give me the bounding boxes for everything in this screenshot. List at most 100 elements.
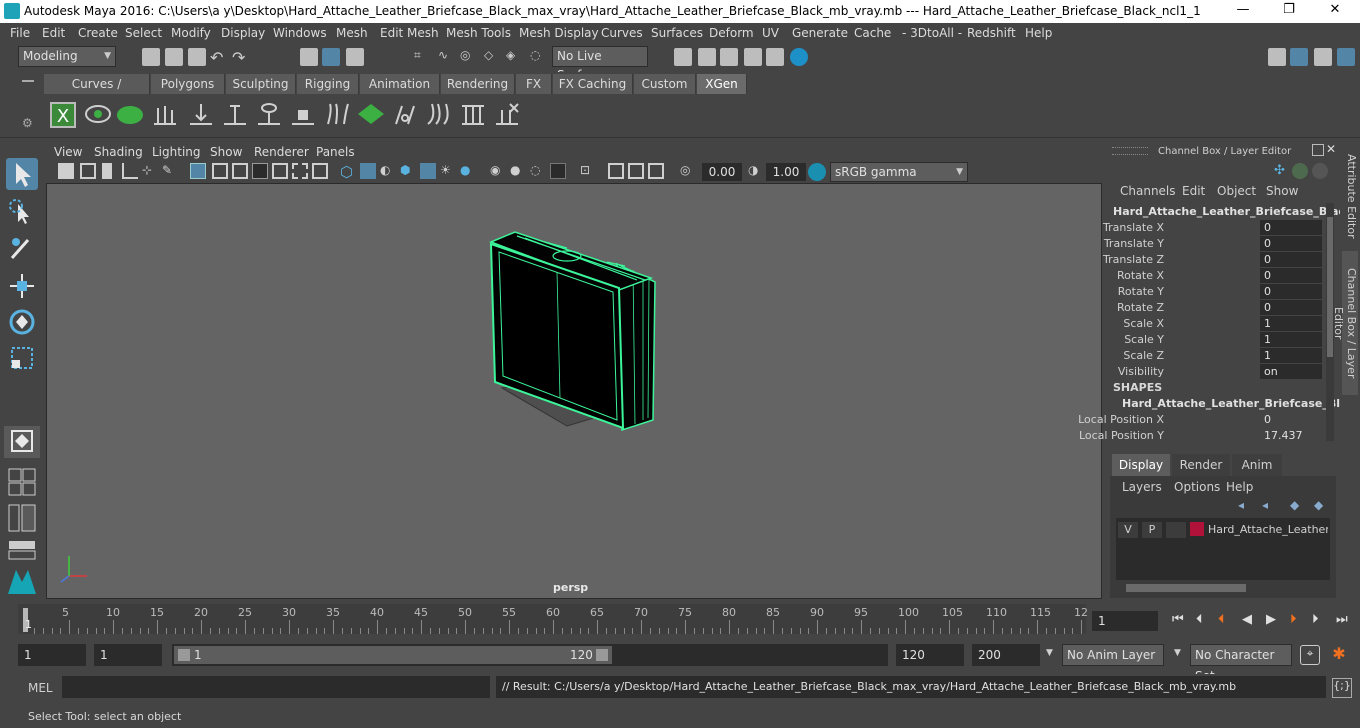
paint-select-tool-icon[interactable]	[6, 232, 38, 264]
menu-modify[interactable]: Modify	[171, 26, 211, 40]
gamma-field[interactable]: 1.00	[766, 163, 806, 181]
menu-3dtoall[interactable]: - 3DtoAll -	[902, 26, 962, 40]
select-component-icon[interactable]	[346, 48, 364, 66]
viewport-menu-panels[interactable]: Panels	[316, 145, 355, 159]
menu-mesh-display[interactable]: Mesh Display	[519, 26, 599, 40]
attr-row[interactable]: Scale X 1	[1106, 316, 1326, 332]
shelf-tab-fx[interactable]: FX	[516, 74, 552, 94]
layer-name[interactable]: Hard_Attache_Leather_Bri	[1208, 523, 1328, 536]
xgen-density-icon[interactable]	[356, 100, 386, 130]
range-end-handle[interactable]	[596, 649, 608, 661]
attr-value[interactable]: on	[1260, 364, 1322, 379]
graph-layout-icon[interactable]	[8, 540, 36, 560]
xgen-groom-icon[interactable]	[322, 100, 352, 130]
lasso-tool-icon[interactable]	[6, 196, 38, 228]
briefcase-model[interactable]	[47, 184, 1103, 600]
manipulator-icon[interactable]	[1292, 163, 1308, 179]
speed-icon[interactable]	[1312, 163, 1328, 179]
help-menu[interactable]: Help	[1226, 480, 1253, 494]
attr-row[interactable]: Translate X 0	[1103, 220, 1326, 236]
chevron-down-icon[interactable]: ▼	[1174, 648, 1181, 658]
attr-value[interactable]: 0	[1260, 412, 1322, 427]
outliner-layout-icon[interactable]	[8, 504, 36, 532]
xgen-lock-icon[interactable]	[288, 100, 318, 130]
history-icon[interactable]	[674, 48, 692, 66]
redo-icon[interactable]: ↷	[232, 48, 250, 67]
four-view-layout-icon[interactable]	[8, 468, 36, 496]
shelf-menu-icon[interactable]	[22, 80, 34, 82]
play-forwards-icon[interactable]: ▶	[1266, 612, 1276, 627]
character-set-dropdown[interactable]: No Character Set	[1190, 644, 1292, 683]
attr-value[interactable]: 17.437	[1260, 428, 1322, 443]
attr-value[interactable]: 0	[1260, 220, 1322, 235]
time-slider[interactable]: 1 5 10 15 20 25 30 35 40 45 50 55 60 65 70 75 80 85 90 95 1…	[18, 604, 1088, 634]
xgen-cut-icon[interactable]	[390, 100, 420, 130]
live-surface-field[interactable]: No Live Surface	[552, 46, 648, 82]
resolution-gate-icon[interactable]	[232, 163, 248, 179]
open-scene-icon[interactable]	[165, 48, 183, 66]
go-to-start-icon[interactable]: ⏮	[1172, 612, 1184, 627]
range-slider-handle[interactable]: 1 120	[174, 646, 612, 664]
menu-generate[interactable]: Generate	[792, 26, 848, 40]
undo-icon[interactable]: ↶	[210, 48, 228, 67]
shadows-icon[interactable]: ☀	[440, 163, 456, 179]
shelf-tab-fx-caching[interactable]: FX Caching	[553, 74, 633, 94]
shape-name[interactable]: Hard_Attache_Leather_Briefcase_Bla...	[1122, 397, 1360, 410]
wireframe-on-shaded-icon[interactable]: ◐	[380, 163, 396, 179]
minimize-button[interactable]: —	[1228, 2, 1258, 20]
object-menu[interactable]: Object	[1217, 184, 1256, 198]
xray-components-icon[interactable]	[628, 163, 644, 179]
shelf-tab-rendering[interactable]: Rendering	[441, 74, 515, 94]
move-layer-down-icon[interactable]: ◂	[1262, 498, 1268, 512]
shelf-tab-animation[interactable]: Animation	[360, 74, 440, 94]
side-tab-channel-box[interactable]: Channel Box / Layer Editor	[1332, 251, 1358, 395]
options-menu[interactable]: Options	[1174, 480, 1220, 494]
layer-tab-anim[interactable]: Anim	[1232, 454, 1282, 476]
bookmark-icon[interactable]	[102, 163, 112, 179]
snap-point-icon[interactable]: ◎	[460, 48, 478, 66]
attr-value[interactable]: 0	[1260, 252, 1322, 267]
move-layer-up-icon[interactable]: ◂	[1238, 498, 1244, 512]
menu-cache[interactable]: Cache	[854, 26, 891, 40]
channel-box-toggle-icon[interactable]	[1337, 48, 1355, 66]
viewport-menu-lighting[interactable]: Lighting	[152, 145, 201, 159]
layer-playback-toggle[interactable]: P	[1142, 522, 1162, 538]
film-gate-toggle-icon[interactable]	[212, 163, 228, 179]
color-management-icon[interactable]	[808, 163, 826, 181]
auto-key-icon[interactable]: ⌖	[1300, 645, 1320, 665]
layer-horizontal-scrollbar[interactable]	[1116, 582, 1330, 594]
shelf-tab-xgen[interactable]: XGen	[697, 74, 747, 94]
new-layer-selected-icon[interactable]: ◆	[1314, 498, 1323, 512]
xray-joints-icon[interactable]	[608, 163, 624, 179]
command-language-label[interactable]: MEL	[28, 681, 53, 695]
menu-deform[interactable]: Deform	[709, 26, 754, 40]
select-tool-icon[interactable]	[6, 158, 38, 190]
grid-icon[interactable]	[122, 163, 138, 179]
restore-button[interactable]: ❐	[1274, 2, 1304, 20]
menu-help[interactable]: Help	[1025, 26, 1052, 40]
render-sequence-icon[interactable]	[720, 48, 738, 66]
step-back-key-icon[interactable]: ⏴	[1218, 612, 1225, 627]
range-slider[interactable]: 1 120	[172, 644, 888, 666]
range-start-handle[interactable]	[178, 649, 190, 661]
safe-action-icon[interactable]	[292, 163, 308, 179]
command-input[interactable]	[62, 676, 490, 698]
attr-row[interactable]: Rotate Z 0	[1106, 300, 1326, 316]
attr-value[interactable]: 1	[1260, 348, 1322, 363]
menu-surfaces[interactable]: Surfaces	[651, 26, 703, 40]
xgen-sculpt-icon[interactable]	[220, 100, 250, 130]
playback-end-field[interactable]: 120	[896, 644, 964, 666]
play-backwards-icon[interactable]: ◀	[1242, 612, 1252, 627]
show-menu[interactable]: Show	[1266, 184, 1298, 198]
isolate-select-icon[interactable]	[550, 163, 566, 179]
shelf-tab-curves-surfaces[interactable]: Curves / Surfaces	[44, 74, 150, 111]
xgen-straighten-icon[interactable]	[458, 100, 488, 130]
new-layer-icon[interactable]: ◆	[1290, 498, 1299, 512]
current-frame-field[interactable]: 1	[1092, 611, 1158, 631]
attr-row[interactable]: Translate Z 0	[1103, 252, 1326, 268]
multisample-aa-icon[interactable]: ●	[510, 163, 526, 179]
animation-start-field[interactable]: 1	[18, 644, 86, 666]
shelf-tab-sculpting[interactable]: Sculpting	[226, 74, 296, 94]
viewport-menu-show[interactable]: Show	[210, 145, 242, 159]
textured-icon[interactable]: ⬢	[400, 163, 416, 179]
